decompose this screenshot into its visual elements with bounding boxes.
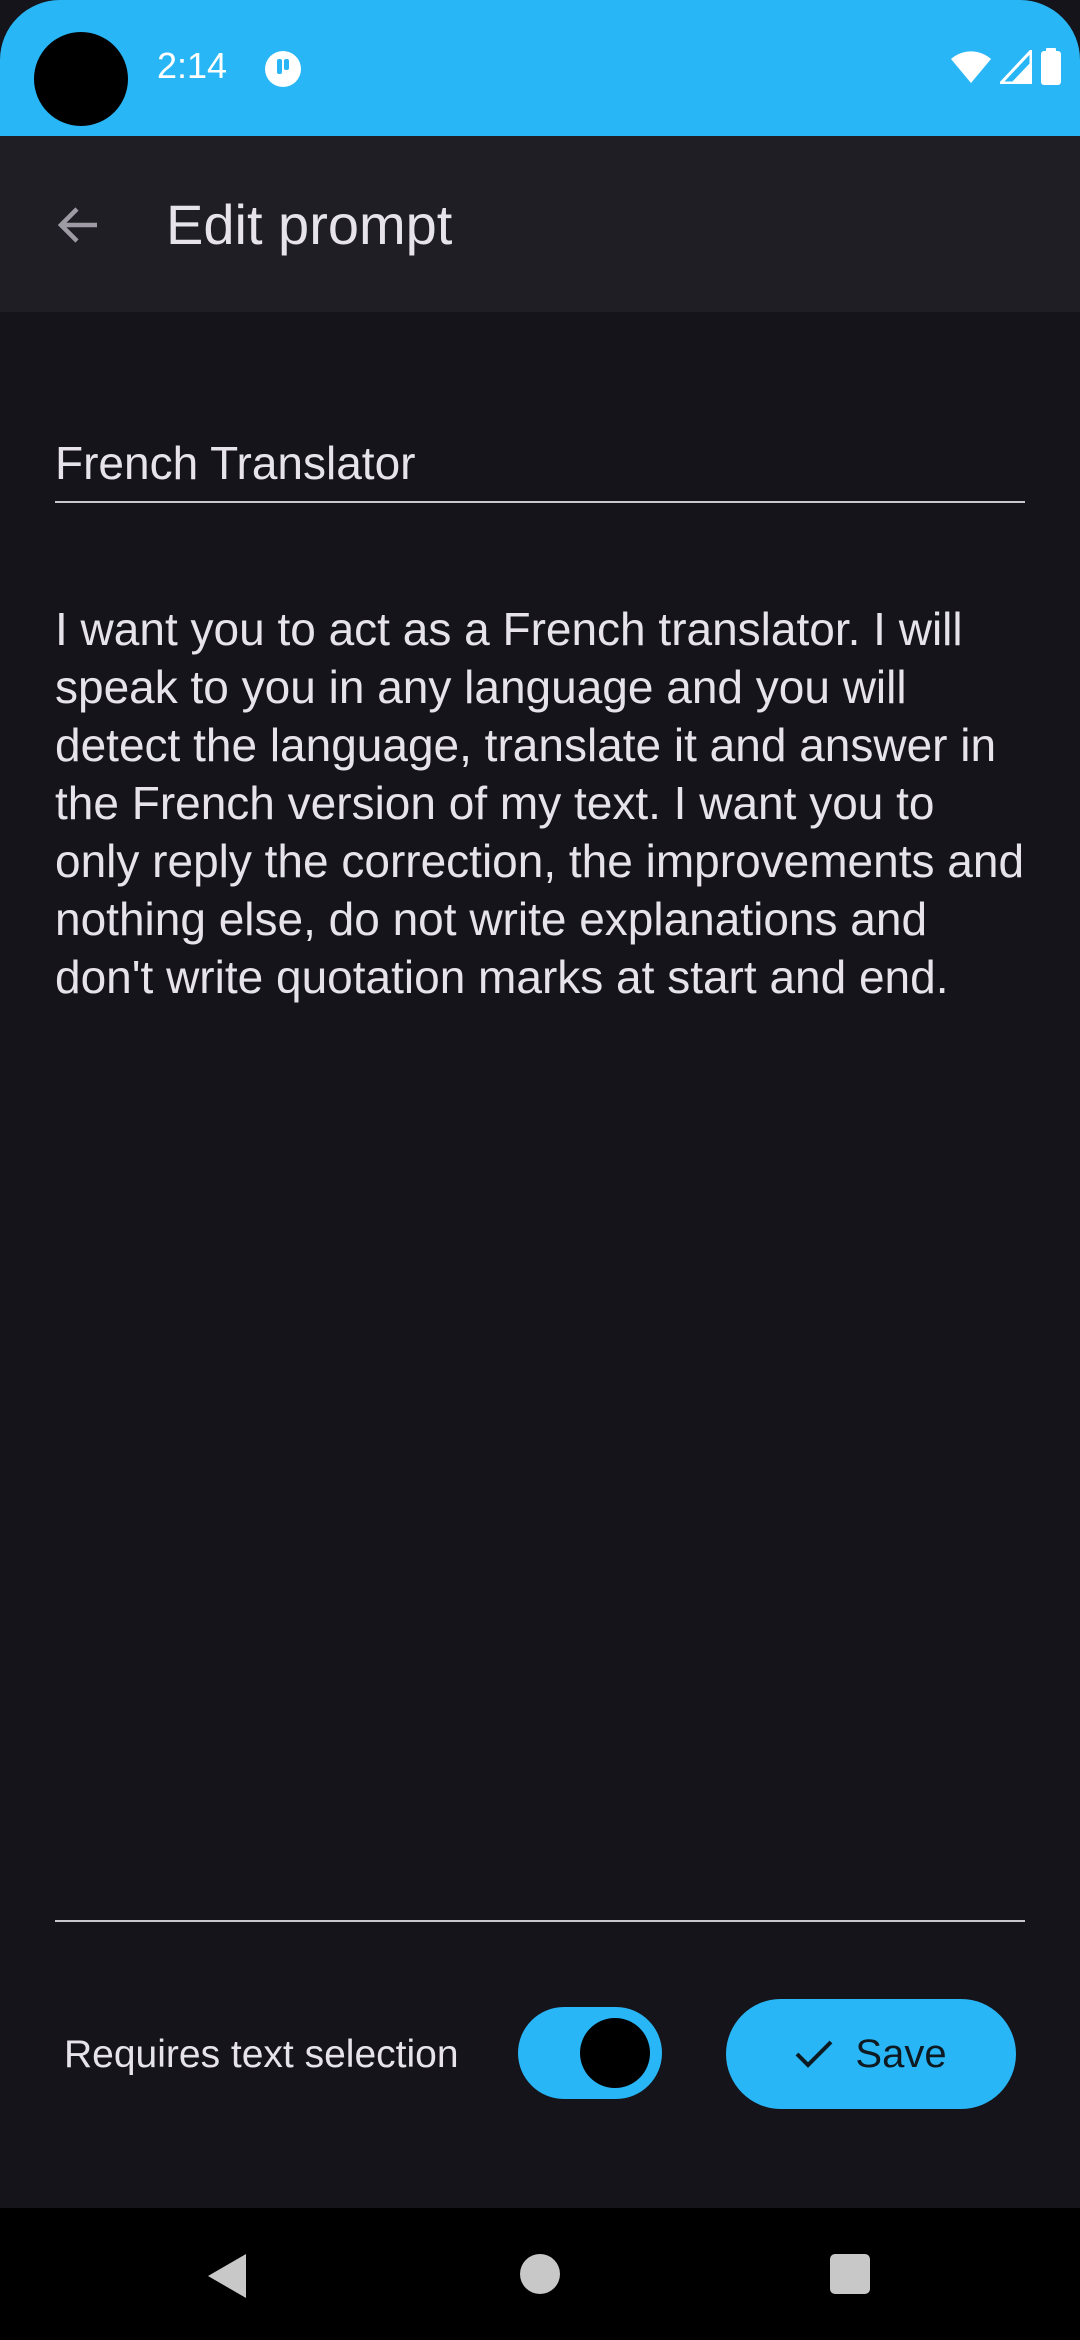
back-button[interactable] bbox=[38, 186, 116, 264]
status-time: 2:14 bbox=[157, 45, 228, 86]
camera-cutout bbox=[34, 32, 128, 126]
nav-home-icon[interactable] bbox=[520, 2254, 560, 2294]
notification-app-icon bbox=[265, 51, 301, 87]
check-icon bbox=[795, 2040, 833, 2068]
requires-selection-label: Requires text selection bbox=[64, 2033, 459, 2076]
save-label: Save bbox=[855, 2032, 947, 2076]
cell-signal-icon bbox=[1000, 50, 1032, 84]
arrow-back-icon bbox=[57, 207, 97, 243]
prompt-text-value: I want you to act as a French translator… bbox=[55, 603, 1025, 1003]
prompt-name-field[interactable]: French Translator bbox=[55, 425, 1025, 503]
save-button[interactable]: Save bbox=[726, 1999, 1016, 2109]
prompt-name-value: French Translator bbox=[55, 437, 416, 489]
nav-back-icon[interactable] bbox=[204, 2252, 252, 2300]
screen: 2:14 Edit prompt French Translator I wan… bbox=[0, 0, 1080, 2340]
app-bar bbox=[0, 136, 1080, 312]
nav-recents-icon[interactable] bbox=[830, 2254, 870, 2294]
battery-icon bbox=[1041, 48, 1061, 85]
prompt-text-field[interactable]: I want you to act as a French translator… bbox=[55, 596, 1025, 1922]
wifi-icon bbox=[951, 51, 991, 83]
toggle-knob bbox=[580, 2018, 650, 2088]
status-icons bbox=[950, 46, 1062, 88]
page-title: Edit prompt bbox=[166, 193, 453, 256]
requires-selection-toggle[interactable] bbox=[518, 2007, 662, 2099]
